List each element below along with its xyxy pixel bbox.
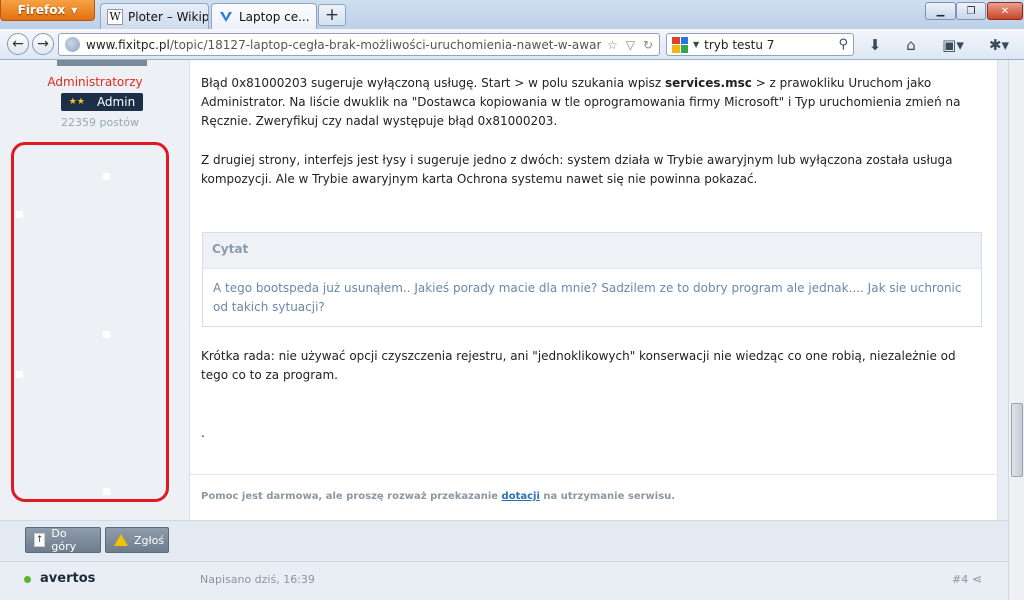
scrollbar-thumb[interactable] xyxy=(1011,403,1023,477)
minimize-icon: ▁ xyxy=(936,5,945,17)
close-icon[interactable]: ✕ xyxy=(315,11,316,24)
post-paragraph: Krótka rada: nie używać opcji czyszczeni… xyxy=(201,349,956,382)
forward-button[interactable]: → xyxy=(32,33,54,55)
post-author[interactable]: avertos xyxy=(40,571,95,586)
next-post-header: avertos Napisano dziś, 16:39 #4 ⋖ xyxy=(0,561,1008,600)
post-number[interactable]: #4 xyxy=(952,573,968,586)
new-tab-button[interactable]: + xyxy=(318,4,346,26)
search-input[interactable]: tryb testu 7 xyxy=(704,38,774,52)
tab-wikipedia[interactable]: W Ploter – Wikip... xyxy=(100,3,209,29)
tab-label: Ploter – Wikip... xyxy=(128,9,209,24)
arrow-right-icon: → xyxy=(37,36,49,52)
url-text: www.fixitpc.pl/topic/18127-laptop-cegła-… xyxy=(86,38,601,52)
url-domain: www.fixitpc.pl xyxy=(86,37,170,52)
search-icon[interactable]: ⚲ xyxy=(838,37,848,52)
page-icon: ↑ xyxy=(34,533,46,547)
tab-bar: Firefox ▼ W Ploter – Wikip... Laptop ce.… xyxy=(0,0,1024,30)
globe-icon xyxy=(65,37,80,52)
address-bar[interactable]: www.fixitpc.pl/topic/18127-laptop-cegła-… xyxy=(58,33,660,56)
vertical-scrollbar[interactable] xyxy=(1008,60,1024,600)
role-badge: ★★ Admin xyxy=(61,93,143,111)
back-button[interactable]: ← xyxy=(7,33,29,55)
firefox-menu-button[interactable]: Firefox ▼ xyxy=(0,0,95,21)
tab-label: Laptop ce... xyxy=(239,10,310,24)
post-paragraph: . xyxy=(201,426,205,440)
minimize-button[interactable]: ▁ xyxy=(925,2,956,20)
post-timestamp: Napisano dziś, 16:39 xyxy=(200,573,315,586)
placeholder-dot xyxy=(16,211,23,218)
quote-title: Cytat xyxy=(203,233,981,269)
role-badge-label: Admin xyxy=(96,95,136,109)
firefox-menu-label: Firefox xyxy=(17,3,66,17)
addon-icon[interactable]: ✱▾ xyxy=(983,35,1015,55)
search-engine-dropdown-icon[interactable]: ▼ xyxy=(693,40,699,49)
report-label: Zgłoś xyxy=(134,533,165,547)
chevron-down-icon: ▼ xyxy=(71,5,78,15)
share-icon[interactable]: ⋖ xyxy=(972,572,982,586)
placeholder-dot xyxy=(103,488,110,495)
warning-icon xyxy=(114,534,128,546)
quote-text: A tego bootspeda już usunąłem.. Jakieś p… xyxy=(213,281,962,314)
reload-icon[interactable]: ↻ xyxy=(643,38,653,52)
post-count: 22359 postów xyxy=(61,116,139,129)
home-icon[interactable]: ⌂ xyxy=(900,35,922,55)
tab-fixitpc[interactable]: Laptop ce... ✕ xyxy=(211,3,317,30)
stars-icon: ★★ xyxy=(68,97,85,107)
close-window-button[interactable]: ✕ xyxy=(987,2,1023,20)
avatar[interactable] xyxy=(57,60,147,66)
dropdown-arrow-icon[interactable]: ▽ xyxy=(626,38,635,52)
signature-text: Pomoc jest darmowa, ale proszę rozważ pr… xyxy=(201,491,502,502)
bookmarks-menu-icon[interactable]: ▣▾ xyxy=(937,35,969,55)
search-box[interactable]: ▼ tryb testu 7 ⚲ xyxy=(666,33,854,56)
restore-button[interactable]: ❐ xyxy=(956,2,986,20)
back-to-top-label: Do góry xyxy=(51,527,77,553)
online-status-icon xyxy=(24,576,31,583)
post-paragraph: Z drugiej strony, interfejs jest łysy i … xyxy=(201,153,953,186)
report-button[interactable]: Zgłoś xyxy=(105,527,169,553)
highlight-annotation xyxy=(11,142,169,502)
post-content: Błąd 0x81000203 sugeruje wyłączoną usług… xyxy=(190,60,998,520)
back-to-top-button[interactable]: ↑ Do góry xyxy=(25,527,101,553)
quote-block: Cytat A tego bootspeda już usunąłem.. Ja… xyxy=(202,232,982,327)
restore-icon: ❐ xyxy=(966,5,976,17)
author-panel: Administratorzy ★★ Admin 22359 postów xyxy=(0,60,190,520)
user-group[interactable]: Administratorzy xyxy=(0,75,190,89)
plus-icon: + xyxy=(324,5,340,25)
post-paragraph: Błąd 0x81000203 sugeruje wyłączoną usług… xyxy=(201,74,981,131)
arrow-left-icon: ← xyxy=(12,36,24,52)
text-segment: Błąd 0x81000203 sugeruje wyłączoną usług… xyxy=(201,76,666,90)
download-icon[interactable]: ⬇ xyxy=(865,35,885,55)
close-window-icon: ✕ xyxy=(1000,5,1010,17)
donation-link[interactable]: dotacji xyxy=(502,491,540,502)
post-actions-bar: ↑ Do góry Zgłoś xyxy=(0,520,1008,560)
wikipedia-icon: W xyxy=(107,8,123,25)
url-path: /topic/18127-laptop-cegła-brak-możliwośc… xyxy=(169,37,601,52)
web-page: Administratorzy ★★ Admin 22359 postów Bł… xyxy=(0,60,1008,600)
bookmark-star-icon[interactable]: ☆ xyxy=(607,38,618,52)
site-favicon-icon xyxy=(220,12,232,22)
placeholder-dot xyxy=(103,173,110,180)
placeholder-dot xyxy=(16,371,23,378)
placeholder-dot xyxy=(103,331,110,338)
bold-text: services.msc xyxy=(665,76,752,90)
signature-text: na utrzymanie serwisu. xyxy=(539,491,676,502)
google-icon xyxy=(672,36,688,53)
navigation-bar: ← → www.fixitpc.pl/topic/18127-laptop-ce… xyxy=(0,29,1024,60)
signature: Pomoc jest darmowa, ale proszę rozważ pr… xyxy=(190,474,998,518)
